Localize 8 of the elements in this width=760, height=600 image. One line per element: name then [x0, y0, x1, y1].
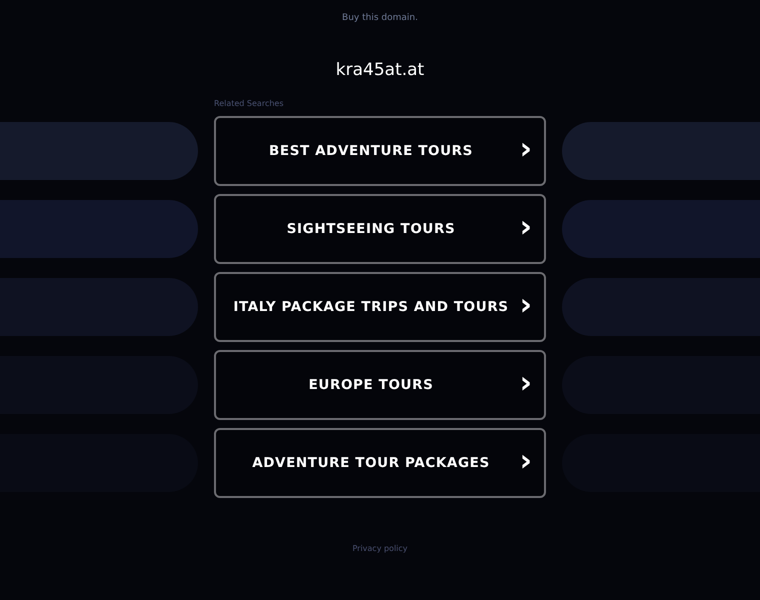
related-search-link[interactable]: EUROPE TOURS ›: [214, 350, 546, 420]
related-search-link[interactable]: BEST ADVENTURE TOURS ›: [214, 116, 546, 186]
related-search-link[interactable]: ITALY PACKAGE TRIPS AND TOURS ›: [214, 272, 546, 342]
related-searches-heading: Related Searches: [214, 99, 284, 108]
related-search-link[interactable]: SIGHTSEEING TOURS ›: [214, 194, 546, 264]
buy-domain-link[interactable]: Buy this domain.: [342, 13, 418, 23]
domain-title: kra45at.at: [334, 60, 426, 80]
related-search-link[interactable]: ADVENTURE TOUR PACKAGES ›: [214, 428, 546, 498]
